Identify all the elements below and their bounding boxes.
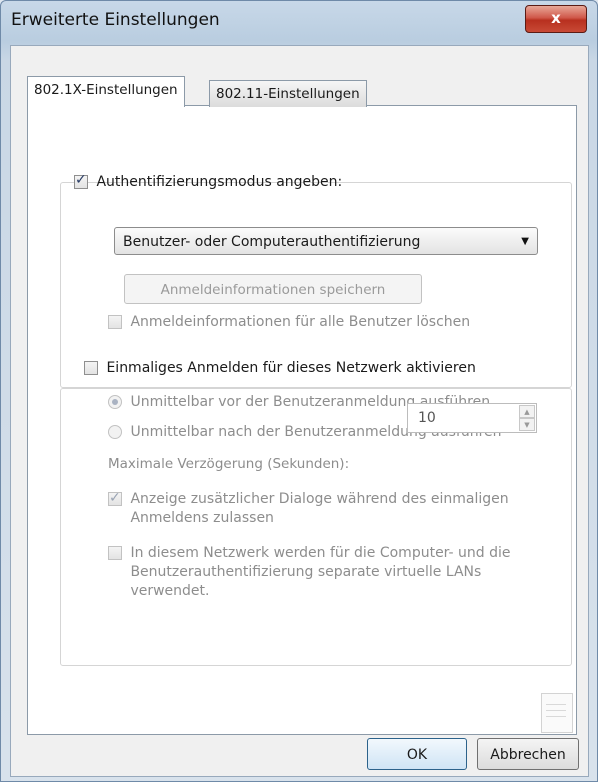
additional-dialogs-line: Anmeldens zulassen xyxy=(130,510,274,526)
max-delay-label: Maximale Verzögerung (Sekunden): xyxy=(108,456,350,472)
chevron-down-icon: ▼ xyxy=(521,236,529,247)
additional-dialogs-label: Anzeige zusätzlicher Dialoge während des… xyxy=(130,490,508,528)
sso-enable-checkbox[interactable] xyxy=(84,361,98,375)
auth-mode-checkbox[interactable] xyxy=(74,172,88,189)
delete-credentials-row: Anmeldeinformationen für alle Benutzer l… xyxy=(108,314,470,330)
separate-vlan-row: In diesem Netzwerk werden für die Comput… xyxy=(108,544,511,601)
max-delay-value: 10 xyxy=(418,410,436,426)
tab-802-1x-settings[interactable]: 802.1X-Einstellungen xyxy=(27,76,185,107)
auth-mode-row: Authentifizierungsmodus angeben: xyxy=(74,172,343,190)
max-delay-spinner[interactable]: 10 ▲ ▼ xyxy=(407,403,537,433)
close-button[interactable]: x xyxy=(525,5,587,33)
separate-vlan-label: In diesem Netzwerk werden für die Comput… xyxy=(130,544,510,601)
auth-mode-label: Authentifizierungsmodus angeben: xyxy=(96,174,343,190)
additional-dialogs-line: Anzeige zusätzlicher Dialoge während des… xyxy=(130,491,509,507)
before-logon-radio[interactable] xyxy=(108,395,122,409)
after-logon-radio[interactable] xyxy=(108,425,122,439)
save-credentials-button[interactable]: Anmeldeinformationen speichern xyxy=(124,274,422,304)
window-title: Erweiterte Einstellungen xyxy=(11,10,220,30)
auth-mode-dropdown[interactable]: Benutzer- oder Computerauthentifizierung… xyxy=(114,227,538,255)
dialog-window: Erweiterte Einstellungen x 802.1X-Einste… xyxy=(0,0,598,782)
spin-up-icon[interactable]: ▲ xyxy=(519,405,535,418)
additional-dialogs-row: Anzeige zusätzlicher Dialoge während des… xyxy=(108,489,509,528)
tab-802-11-settings[interactable]: 802.11-Einstellungen xyxy=(209,80,367,107)
ok-button[interactable]: OK xyxy=(367,738,467,770)
additional-dialogs-checkbox[interactable] xyxy=(108,489,122,508)
close-icon: x xyxy=(551,9,561,27)
separate-vlan-checkbox[interactable] xyxy=(108,546,122,560)
separate-vlan-line: verwendet. xyxy=(130,583,210,599)
delete-credentials-label: Anmeldeinformationen für alle Benutzer l… xyxy=(130,314,471,330)
spin-down-icon[interactable]: ▼ xyxy=(519,418,535,431)
sso-enable-label: Einmaliges Anmelden für dieses Netzwerk … xyxy=(106,360,476,376)
title-bar[interactable]: Erweiterte Einstellungen x xyxy=(1,1,597,41)
delete-credentials-checkbox[interactable] xyxy=(108,315,122,329)
separate-vlan-line: In diesem Netzwerk werden für die Comput… xyxy=(130,545,511,561)
cancel-button[interactable]: Abbrechen xyxy=(477,738,579,770)
separate-vlan-line: Benutzerauthentifizierung separate virtu… xyxy=(130,564,482,580)
document-icon xyxy=(541,693,573,733)
auth-mode-value: Benutzer- oder Computerauthentifizierung xyxy=(123,234,421,250)
sso-enable-row: Einmaliges Anmelden für dieses Netzwerk … xyxy=(84,360,476,376)
